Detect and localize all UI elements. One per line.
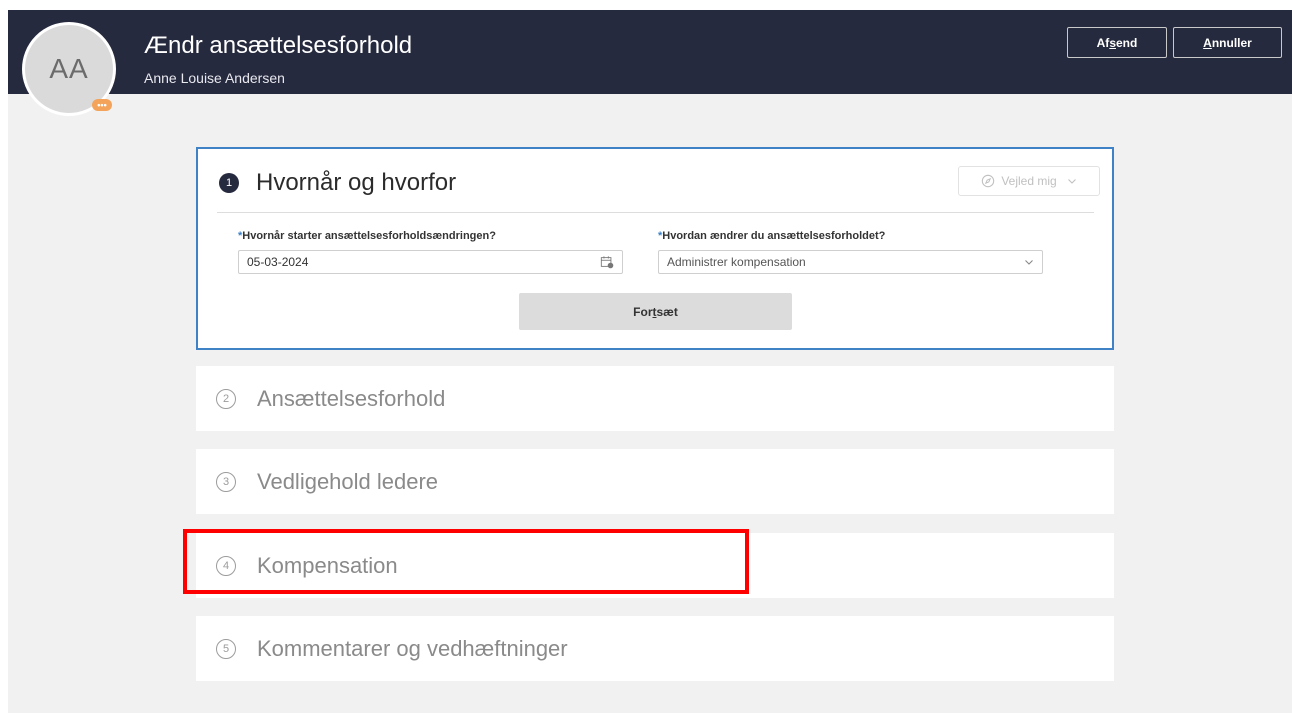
compass-icon [982,174,995,188]
start-date-input[interactable]: 05-03-2024 [238,250,623,274]
page-header: Ændr ansættelsesforhold Anne Louise Ande… [8,10,1292,94]
continue-button[interactable]: For t sæt [519,293,792,330]
page-title: Ændr ansættelsesforhold [144,32,413,59]
step-title: Kommentarer og vedhæftninger [257,636,568,661]
change-type-label: *Hvordan ændrer du ansættelsesforholdet? [658,230,886,242]
change-type-value: Administrer kompensation [667,255,806,269]
step-card-employment[interactable]: 2 Ansættelsesforhold [196,366,1114,431]
step-card-comments-attachments[interactable]: 5 Kommentarer og vedhæftninger [196,616,1114,681]
cancel-button[interactable]: Annuller [1173,27,1282,58]
guide-me-button[interactable]: Vejled mig [958,166,1100,196]
chevron-down-icon [1025,260,1033,265]
step-number: 2 [216,389,236,409]
step-card-when-and-why: 1 Hvornår og hvorfor Vejled mig *Hvornår… [196,147,1114,350]
highlight-box [183,529,749,594]
step-title: Vedligehold ledere [257,469,439,494]
avatar-initials: AA [49,53,89,84]
start-date-value: 05-03-2024 [247,255,309,269]
section-divider [217,212,1094,213]
page-background [8,10,1292,713]
employee-name: Anne Louise Andersen [144,70,285,86]
guide-me-label: Vejled mig [1001,174,1057,188]
start-date-label: *Hvornår starter ansættelsesforholdsændr… [238,230,496,242]
step-title: Hvornår og hvorfor [256,169,457,196]
step-number: 1 [219,173,239,193]
chevron-down-icon [1067,179,1076,184]
step-number: 5 [216,639,236,659]
step-title: Ansættelsesforhold [257,386,446,411]
step-number: 3 [216,472,236,492]
step-card-managers[interactable]: 3 Vedligehold ledere [196,449,1114,514]
change-type-select[interactable]: Administrer kompensation [658,250,1043,274]
calendar-icon[interactable] [600,255,614,269]
avatar-more-badge[interactable]: ••• [92,99,112,111]
submit-button[interactable]: Af s end [1067,27,1167,58]
